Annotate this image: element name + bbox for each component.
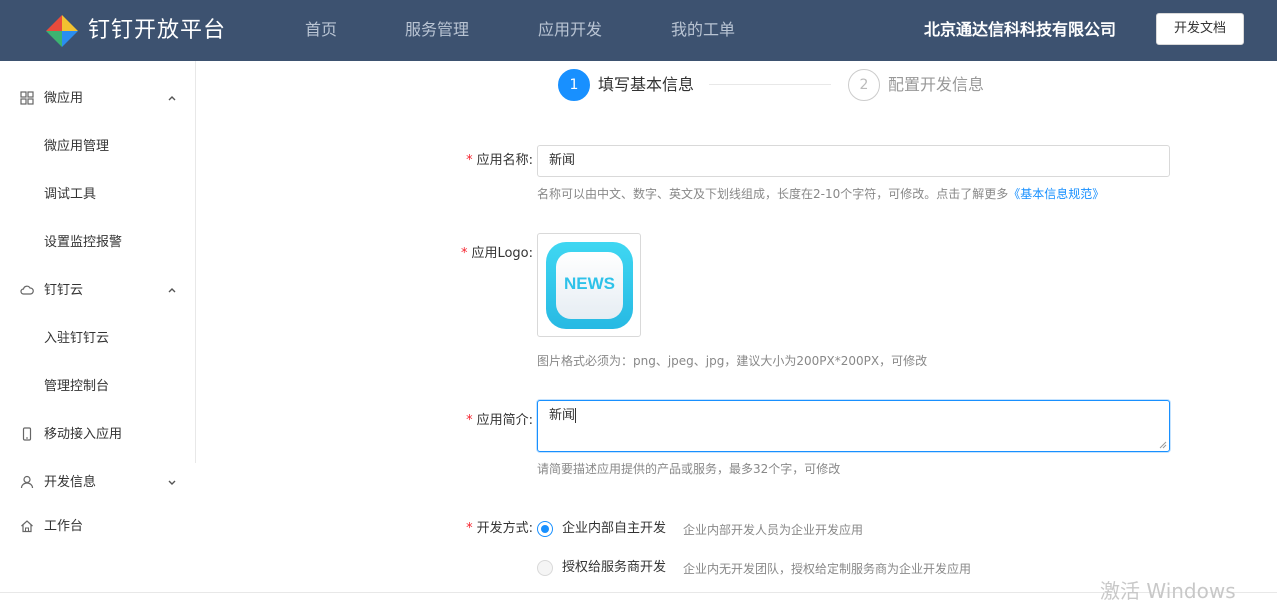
sidebar-item-label: 管理控制台 bbox=[44, 379, 110, 394]
text-cursor bbox=[575, 408, 577, 423]
brand-title[interactable]: 钉钉开放平台 bbox=[88, 14, 226, 48]
mobile-icon bbox=[22, 427, 32, 441]
cloud-icon bbox=[20, 285, 34, 295]
radio-outsource-dev-desc: 企业内无开发团队，授权给定制服务商为企业开发应用 bbox=[683, 562, 972, 576]
app-name-label: * 应用名称: bbox=[400, 152, 533, 170]
sidebar-item-micro-apps[interactable]: 微应用 bbox=[0, 75, 195, 123]
sidebar-item-label: 钉钉云 bbox=[44, 283, 84, 298]
radio-internal-dev-desc: 企业内部开发人员为企业开发应用 bbox=[683, 523, 864, 537]
dev-mode-label: * 开发方式: bbox=[400, 520, 533, 538]
windows-activation-watermark: 激活 Windows bbox=[1100, 579, 1236, 603]
sidebar-item-monitor-alerts[interactable]: 设置监控报警 bbox=[0, 219, 195, 267]
top-navbar: 钉钉开放平台 首页 服务管理 应用开发 我的工单 北京通达信科科技有限公司 开发… bbox=[0, 0, 1277, 61]
sidebar-item-dev-info[interactable]: 开发信息 bbox=[0, 459, 195, 507]
dev-docs-button[interactable]: 开发文档 bbox=[1156, 13, 1244, 45]
app-name-input[interactable]: 新闻 bbox=[537, 145, 1170, 177]
radio-outsource-dev[interactable] bbox=[537, 560, 553, 576]
sidebar-item-debug-tools[interactable]: 调试工具 bbox=[0, 171, 195, 219]
nav-service-management[interactable]: 服务管理 bbox=[405, 19, 469, 41]
nav-home[interactable]: 首页 bbox=[305, 19, 337, 41]
app-intro-value: 新闻 bbox=[549, 408, 576, 423]
required-mark: * bbox=[466, 521, 473, 536]
app-intro-label: * 应用简介: bbox=[400, 412, 533, 430]
sidebar-item-workbench[interactable]: 工作台 bbox=[0, 503, 195, 551]
sidebar-item-label: 设置监控报警 bbox=[44, 235, 123, 250]
required-mark: * bbox=[466, 153, 473, 168]
news-app-icon: NEWS bbox=[546, 242, 633, 329]
sidebar-item-mobile-access[interactable]: 移动接入应用 bbox=[0, 411, 195, 459]
step-connector bbox=[709, 84, 831, 85]
user-icon bbox=[20, 475, 34, 489]
app-intro-label-text: 应用简介: bbox=[476, 413, 533, 428]
sidebar-item-label: 工作台 bbox=[44, 519, 84, 534]
step-1-indicator: 1 bbox=[558, 69, 590, 101]
sidebar-item-join-cloud[interactable]: 入驻钉钉云 bbox=[0, 315, 195, 363]
app-logo-upload[interactable]: NEWS bbox=[537, 233, 641, 337]
app-logo-hint: 图片格式必须为：png、jpeg、jpg，建议大小为200PX*200PX，可修… bbox=[537, 354, 928, 368]
news-app-icon-text: NEWS bbox=[564, 274, 615, 293]
sidebar-item-label: 移动接入应用 bbox=[44, 427, 123, 442]
chevron-up-icon bbox=[168, 96, 176, 101]
step-2-label: 配置开发信息 bbox=[888, 75, 985, 94]
app-name-hint: 名称可以由中文、数字、英文及下划线组成，长度在2-10个字符，可修改。点击了解更… bbox=[537, 186, 1104, 202]
sidebar-item-label: 微应用 bbox=[44, 91, 84, 106]
app-intro-hint: 请简要描述应用提供的产品或服务，最多32个字，可修改 bbox=[537, 462, 841, 476]
app-name-label-text: 应用名称: bbox=[476, 153, 533, 168]
basic-info-spec-link[interactable]: 《基本信息规范》 bbox=[1008, 187, 1104, 201]
resize-handle-icon[interactable] bbox=[1159, 441, 1167, 449]
company-name[interactable]: 北京通达信科科技有限公司 bbox=[924, 19, 1116, 41]
step-1-label: 填写基本信息 bbox=[598, 75, 695, 94]
sidebar-item-label: 入驻钉钉云 bbox=[44, 331, 110, 346]
app-name-hint-text: 名称可以由中文、数字、英文及下划线组成，长度在2-10个字符，可修改。点击了解更… bbox=[537, 187, 1009, 201]
radio-internal-dev[interactable] bbox=[537, 521, 553, 537]
nav-my-tickets[interactable]: 我的工单 bbox=[671, 19, 735, 41]
sidebar-item-label: 开发信息 bbox=[44, 475, 97, 490]
app-logo-label-text: 应用Logo: bbox=[471, 246, 533, 261]
sidebar-item-dingtalk-cloud[interactable]: 钉钉云 bbox=[0, 267, 195, 315]
sidebar: 微应用 微应用管理 调试工具 设置监控报警 钉钉云 入驻钉钉云 管理控制台 移动… bbox=[0, 61, 196, 463]
dev-mode-label-text: 开发方式: bbox=[476, 521, 533, 536]
bottom-divider bbox=[0, 592, 1277, 593]
dingtalk-logo-icon[interactable] bbox=[45, 14, 79, 48]
app-intro-textarea[interactable]: 新闻 bbox=[537, 400, 1170, 452]
grid-icon bbox=[20, 91, 34, 105]
required-mark: * bbox=[466, 413, 473, 428]
nav-app-development[interactable]: 应用开发 bbox=[538, 19, 602, 41]
chevron-down-icon bbox=[168, 480, 176, 485]
app-logo-label: * 应用Logo: bbox=[400, 245, 533, 263]
required-mark: * bbox=[460, 246, 468, 261]
sidebar-item-label: 调试工具 bbox=[44, 187, 97, 202]
sidebar-item-console[interactable]: 管理控制台 bbox=[0, 363, 195, 411]
sidebar-item-micro-app-management[interactable]: 微应用管理 bbox=[0, 123, 195, 171]
sidebar-item-label: 微应用管理 bbox=[44, 139, 110, 154]
step-2-indicator: 2 bbox=[848, 69, 880, 101]
news-app-icon-inner: NEWS bbox=[556, 252, 623, 319]
radio-outsource-dev-label[interactable]: 授权给服务商开发 bbox=[562, 559, 666, 577]
chevron-up-icon bbox=[168, 288, 176, 293]
radio-internal-dev-label[interactable]: 企业内部自主开发 bbox=[562, 520, 666, 538]
home-icon bbox=[21, 520, 33, 533]
